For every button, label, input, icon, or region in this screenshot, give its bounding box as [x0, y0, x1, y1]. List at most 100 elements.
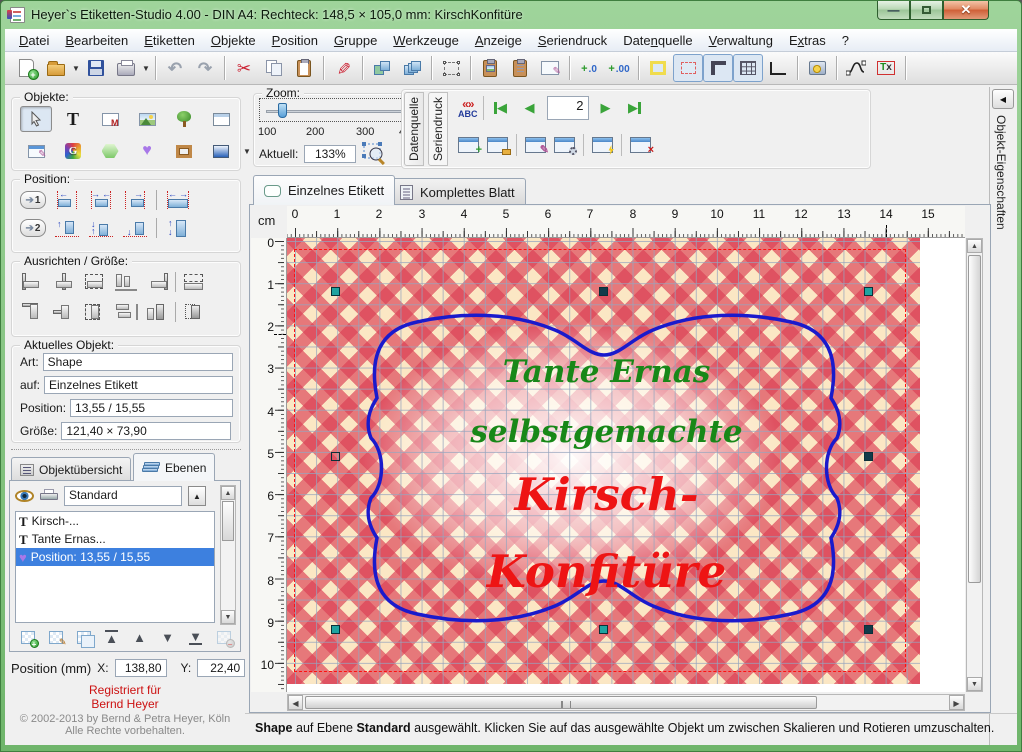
cut-button[interactable]: ✂: [229, 54, 259, 82]
zoom-selection-icon[interactable]: [362, 142, 388, 166]
menu-anzeige[interactable]: Anzeige: [467, 30, 530, 51]
duplicate-layer-button[interactable]: [71, 627, 96, 648]
menu-datei[interactable]: Datei: [11, 30, 57, 51]
menu-werkzeuge[interactable]: Werkzeuge: [385, 30, 467, 51]
position-preset-1-button[interactable]: ➔1: [20, 191, 46, 209]
list-item[interactable]: TKirsch-...: [16, 512, 214, 530]
text-tool-button[interactable]: T: [57, 106, 89, 132]
layer-list-scrollbar[interactable]: ▲ ▼: [220, 485, 236, 625]
memo-tool-button[interactable]: M: [94, 106, 126, 132]
previous-record-button[interactable]: ◀: [518, 97, 542, 119]
show-ruler-button[interactable]: [703, 54, 733, 82]
stretch-h-button[interactable]: ←→: [165, 190, 191, 210]
frame-tool-button[interactable]: [168, 138, 200, 164]
copy-button[interactable]: [259, 54, 289, 82]
paste-button[interactable]: [289, 54, 319, 82]
move-layer-up-button[interactable]: ▲: [127, 627, 152, 648]
menu-etiketten[interactable]: Etiketten: [136, 30, 203, 51]
first-record-button[interactable]: ◀: [489, 97, 513, 119]
align-center-h-button[interactable]: →←: [88, 190, 114, 210]
align-objects-middle-button[interactable]: [51, 302, 77, 322]
zoom-slider-thumb[interactable]: [278, 103, 287, 118]
mailmerge-preview-button[interactable]: «» ABC: [458, 98, 478, 119]
expand-properties-button[interactable]: ◀: [992, 89, 1014, 109]
move-layer-top-button[interactable]: ▲: [99, 627, 124, 648]
add-layer-button[interactable]: +: [15, 627, 40, 648]
fill-dropdown[interactable]: ▼: [242, 147, 252, 156]
zoom-slider[interactable]: [259, 98, 411, 122]
align-objects-middle-dashed-button[interactable]: [82, 302, 108, 322]
polygon-tool-button[interactable]: [94, 138, 126, 164]
open-datasource-button[interactable]: [487, 137, 508, 153]
align-left-edge-button[interactable]: ←: [54, 190, 80, 210]
background-color-button[interactable]: [643, 54, 673, 82]
table-tool-button[interactable]: [205, 106, 237, 132]
tab-ebenen[interactable]: Ebenen: [133, 453, 215, 481]
print-button[interactable]: [111, 54, 141, 82]
layer-print-icon[interactable]: [40, 489, 58, 503]
canvas-hscroll-thumb[interactable]: [305, 696, 817, 709]
canvas-scroll-left-button[interactable]: ◀: [288, 695, 303, 710]
last-record-button[interactable]: ▶: [623, 97, 647, 119]
send-back-button[interactable]: [367, 54, 397, 82]
canvas-scroll-right-button[interactable]: ▶: [949, 695, 964, 710]
save-button[interactable]: [81, 54, 111, 82]
selection-handle[interactable]: [331, 625, 340, 634]
fill-tool-button[interactable]: [205, 138, 237, 164]
scroll-up-button[interactable]: ▲: [221, 486, 235, 500]
menu-objekte[interactable]: Objekte: [203, 30, 264, 51]
show-axes-button[interactable]: [763, 54, 793, 82]
align-objects-right-button[interactable]: [144, 272, 170, 292]
align-objects-center-dashed-button[interactable]: [82, 272, 108, 292]
selection-handle[interactable]: [864, 287, 873, 296]
list-item-selected[interactable]: ♥Position: 13,55 / 15,55: [16, 548, 214, 566]
position-preset-2-button[interactable]: ➔2: [20, 219, 46, 237]
move-layer-down-button[interactable]: ▼: [155, 627, 180, 648]
selection-handle[interactable]: [864, 625, 873, 634]
canvas-scroll-down-button[interactable]: ▼: [967, 677, 982, 691]
new-document-button[interactable]: +: [11, 54, 41, 82]
remove-datasource-button[interactable]: ×: [630, 137, 651, 153]
canvas-scroll-up-button[interactable]: ▲: [967, 239, 982, 253]
layer-spin-up-button[interactable]: ▲: [188, 486, 206, 506]
selection-handle[interactable]: [331, 452, 340, 461]
tab-objektuebersicht[interactable]: Objektübersicht: [11, 457, 131, 481]
decimal-one-button[interactable]: +.0: [574, 54, 604, 82]
show-label-border-button[interactable]: [673, 54, 703, 82]
default-save-button[interactable]: [802, 54, 832, 82]
close-button[interactable]: ✕: [943, 1, 989, 20]
delete-layer-button[interactable]: −: [211, 627, 236, 648]
edit-datasource-button[interactable]: ✎: [525, 137, 546, 153]
menu-extras[interactable]: Extras: [781, 30, 834, 51]
panel-splitter[interactable]: [11, 449, 241, 450]
layer-name-input[interactable]: Standard: [64, 486, 182, 506]
canvas-viewport[interactable]: Tante Ernas selbstgemachte Kirsch- Konfi…: [287, 238, 965, 692]
edit-layer-button[interactable]: ✎: [43, 627, 68, 648]
align-right-edge-button[interactable]: →: [122, 190, 148, 210]
undo-button[interactable]: ↶: [160, 54, 190, 82]
move-layer-bottom-button[interactable]: ▼: [183, 627, 208, 648]
refresh-datasource-button[interactable]: [592, 137, 613, 153]
same-width-button[interactable]: [181, 272, 207, 292]
shape-tool-button[interactable]: ♥: [131, 138, 163, 164]
tab-seriendruck[interactable]: Seriendruck: [428, 92, 448, 166]
menu-datenquelle[interactable]: Datenquelle: [615, 30, 700, 51]
new-datasource-button[interactable]: +: [458, 137, 479, 153]
canvas-vscroll-thumb[interactable]: [968, 255, 981, 583]
transform-button[interactable]: [436, 54, 466, 82]
same-size-button[interactable]: [181, 302, 207, 322]
paste-image-button[interactable]: [475, 54, 505, 82]
decimal-two-button[interactable]: +.00: [604, 54, 634, 82]
zoom-value-field[interactable]: 133%: [304, 145, 356, 163]
open-button[interactable]: [41, 54, 71, 82]
align-middle-v-button[interactable]: ↓↑: [88, 218, 114, 238]
tab-komplettes-blatt[interactable]: Komplettes Blatt: [389, 178, 526, 205]
menu-help[interactable]: ?: [834, 30, 857, 51]
align-bottom-edge-button[interactable]: ↓: [122, 218, 148, 238]
print-dropdown[interactable]: ▼: [141, 64, 151, 73]
select-tool-button[interactable]: [20, 106, 52, 132]
list-item[interactable]: TTante Ernas...: [16, 530, 214, 548]
menu-verwaltung[interactable]: Verwaltung: [701, 30, 781, 51]
canvas-hscrollbar[interactable]: ◀ ▶: [287, 694, 965, 711]
show-grid-button[interactable]: [733, 54, 763, 82]
